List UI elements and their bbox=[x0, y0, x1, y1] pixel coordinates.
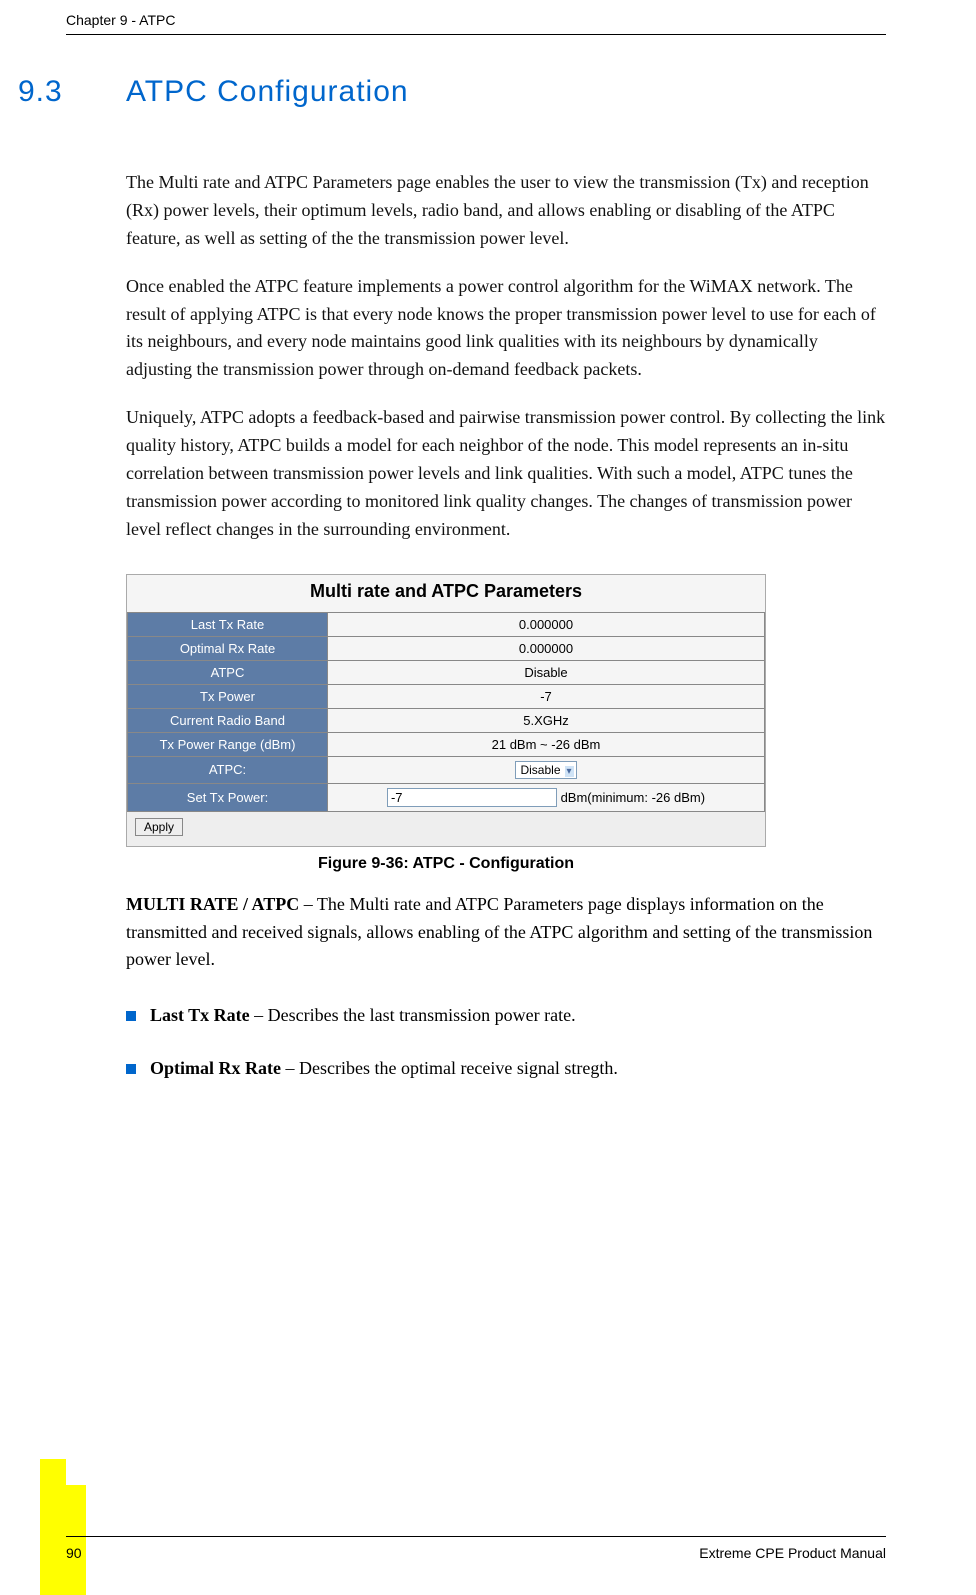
value-tx-power: -7 bbox=[328, 684, 765, 708]
manual-title: Extreme CPE Product Manual bbox=[699, 1545, 886, 1561]
chapter-header: Chapter 9 - ATPC bbox=[66, 12, 886, 35]
cell-set-tx-power: dBm(minimum: -26 dBm) bbox=[328, 783, 765, 811]
bullet-optimal-rx-rate: Optimal Rx Rate – Describes the optimal … bbox=[126, 1055, 886, 1082]
label-atpc-select: ATPC: bbox=[128, 756, 328, 783]
square-bullet-icon bbox=[126, 1064, 136, 1074]
bullet-rest: – Describes the last transmission power … bbox=[250, 1005, 576, 1025]
label-radio-band: Current Radio Band bbox=[128, 708, 328, 732]
apply-row: Apply bbox=[127, 812, 765, 846]
apply-button[interactable]: Apply bbox=[135, 818, 183, 836]
paragraph-2: Once enabled the ATPC feature implements… bbox=[126, 273, 886, 385]
label-optimal-rx-rate: Optimal Rx Rate bbox=[128, 636, 328, 660]
term-multi-rate: MULTI RATE / ATPC – The Multi rate and A… bbox=[126, 891, 886, 975]
panel-title: Multi rate and ATPC Parameters bbox=[127, 575, 765, 612]
table-row: Tx Power -7 bbox=[128, 684, 765, 708]
table-row: ATPC: Disable ▾ bbox=[128, 756, 765, 783]
value-optimal-rx-rate: 0.000000 bbox=[328, 636, 765, 660]
chevron-down-icon: ▾ bbox=[565, 766, 574, 777]
label-atpc-status: ATPC bbox=[128, 660, 328, 684]
atpc-select[interactable]: Disable ▾ bbox=[515, 761, 576, 779]
table-row: Last Tx Rate 0.000000 bbox=[128, 612, 765, 636]
bullet-last-tx-rate: Last Tx Rate – Describes the last transm… bbox=[126, 1002, 886, 1029]
section-number: 9.3 bbox=[18, 75, 126, 109]
table-row: ATPC Disable bbox=[128, 660, 765, 684]
parameters-table: Last Tx Rate 0.000000 Optimal Rx Rate 0.… bbox=[127, 612, 765, 812]
paragraph-3: Uniquely, ATPC adopts a feedback-based a… bbox=[126, 404, 886, 543]
table-row: Current Radio Band 5.XGHz bbox=[128, 708, 765, 732]
table-row: Tx Power Range (dBm) 21 dBm ~ -26 dBm bbox=[128, 732, 765, 756]
page-footer: 90 Extreme CPE Product Manual bbox=[66, 1536, 886, 1561]
figure-screenshot: Multi rate and ATPC Parameters Last Tx R… bbox=[126, 574, 886, 847]
table-row: Set Tx Power: dBm(minimum: -26 dBm) bbox=[128, 783, 765, 811]
label-last-tx-rate: Last Tx Rate bbox=[128, 612, 328, 636]
section-name: ATPC Configuration bbox=[126, 75, 409, 108]
atpc-select-value: Disable bbox=[520, 763, 560, 777]
term-bold: MULTI RATE / ATPC bbox=[126, 894, 299, 914]
section-title: 9.3ATPC Configuration bbox=[18, 75, 886, 109]
square-bullet-icon bbox=[126, 1011, 136, 1021]
page-number: 90 bbox=[66, 1545, 82, 1561]
figure-caption: Figure 9-36: ATPC - Configuration bbox=[126, 855, 766, 873]
label-tx-power: Tx Power bbox=[128, 684, 328, 708]
label-set-tx-power: Set Tx Power: bbox=[128, 783, 328, 811]
set-tx-power-input[interactable] bbox=[387, 788, 557, 807]
value-last-tx-rate: 0.000000 bbox=[328, 612, 765, 636]
label-tx-power-range: Tx Power Range (dBm) bbox=[128, 732, 328, 756]
cell-atpc-select: Disable ▾ bbox=[328, 756, 765, 783]
set-tx-power-suffix: dBm(minimum: -26 dBm) bbox=[557, 790, 705, 805]
paragraph-1: The Multi rate and ATPC Parameters page … bbox=[126, 169, 886, 253]
table-row: Optimal Rx Rate 0.000000 bbox=[128, 636, 765, 660]
page-tab-decoration bbox=[40, 1459, 66, 1485]
bullet-bold: Last Tx Rate bbox=[150, 1005, 250, 1025]
bullet-rest: – Describes the optimal receive signal s… bbox=[281, 1058, 618, 1078]
value-tx-power-range: 21 dBm ~ -26 dBm bbox=[328, 732, 765, 756]
value-radio-band: 5.XGHz bbox=[328, 708, 765, 732]
value-atpc-status: Disable bbox=[328, 660, 765, 684]
bullet-bold: Optimal Rx Rate bbox=[150, 1058, 281, 1078]
